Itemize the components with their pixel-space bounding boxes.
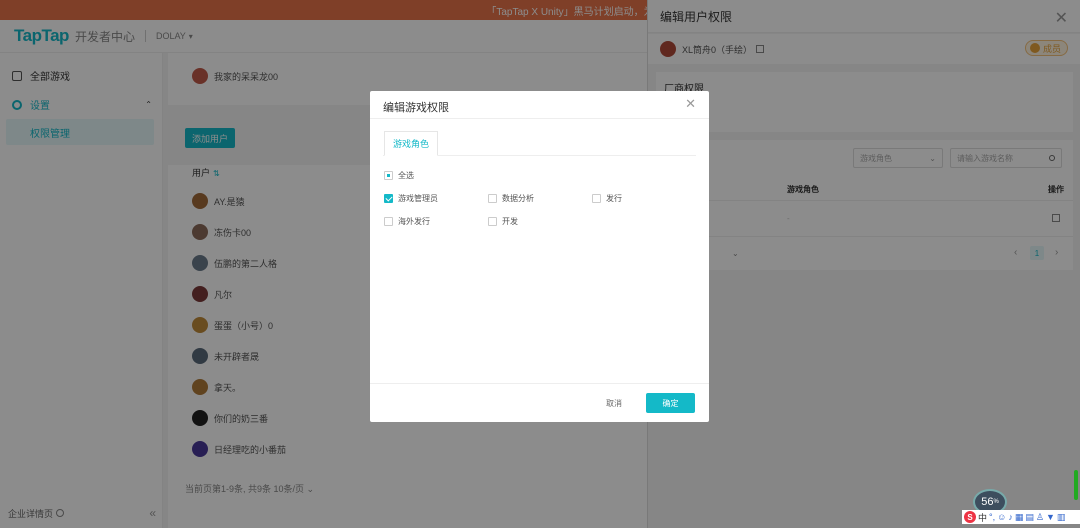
role-checkbox-publishing[interactable]: 发行 — [592, 193, 622, 204]
option-label: 海外发行 — [398, 217, 430, 226]
close-icon[interactable]: ✕ — [685, 96, 696, 112]
tab-bar: 游戏角色 — [383, 131, 696, 156]
checkbox-icon — [592, 194, 601, 203]
emoji-icon[interactable]: ☺ — [997, 512, 1006, 522]
checkbox-icon — [488, 194, 497, 203]
option-label: 数据分析 — [502, 194, 534, 203]
gauge-value: 56 — [981, 496, 994, 508]
modal-title: 编辑游戏权限 — [383, 102, 449, 114]
checkbox-icon — [488, 217, 497, 226]
punctuation-icon[interactable]: °, — [989, 512, 995, 522]
select-all-checkbox[interactable]: 全选 — [384, 170, 414, 181]
confirm-button[interactable]: 确定 — [646, 393, 695, 413]
keyboard-icon[interactable]: ▦ — [1015, 512, 1024, 523]
role-checkbox-overseas-publishing[interactable]: 海外发行 — [384, 216, 430, 227]
checkbox-icon — [384, 217, 393, 226]
toolbox-icon[interactable]: ▤ — [1025, 512, 1034, 523]
scrollbar[interactable] — [1074, 470, 1078, 500]
menu-icon[interactable]: ▥ — [1057, 512, 1066, 523]
option-label: 开发 — [502, 217, 518, 226]
role-checkbox-development[interactable]: 开发 — [488, 216, 518, 227]
ime-mode[interactable]: 中 — [978, 511, 987, 524]
option-label: 全选 — [398, 171, 414, 180]
option-label: 发行 — [606, 194, 622, 203]
user-icon[interactable]: ♙ — [1036, 512, 1044, 523]
gauge-unit: % — [993, 499, 999, 505]
checkbox-indeterminate-icon — [384, 171, 393, 180]
role-checkbox-data-analysis[interactable]: 数据分析 — [488, 193, 534, 204]
microphone-icon[interactable]: ♪ — [1008, 512, 1013, 522]
cancel-button[interactable]: 取消 — [594, 393, 634, 413]
option-label: 游戏管理员 — [398, 194, 438, 203]
divider — [370, 383, 709, 384]
sogou-icon[interactable]: S — [964, 511, 976, 523]
skin-icon[interactable]: ▼ — [1046, 512, 1055, 522]
ime-toolbar: S 中 °, ☺ ♪ ▦ ▤ ♙ ▼ ▥ — [962, 510, 1080, 524]
divider — [370, 118, 709, 119]
role-checkbox-game-admin[interactable]: 游戏管理员 — [384, 193, 438, 204]
edit-game-permission-modal: 编辑游戏权限 ✕ 游戏角色 全选 游戏管理员 数据分析 发行 海外发行 开发 取… — [370, 91, 709, 422]
tab-game-role[interactable]: 游戏角色 — [384, 131, 438, 156]
checkbox-checked-icon — [384, 194, 393, 203]
